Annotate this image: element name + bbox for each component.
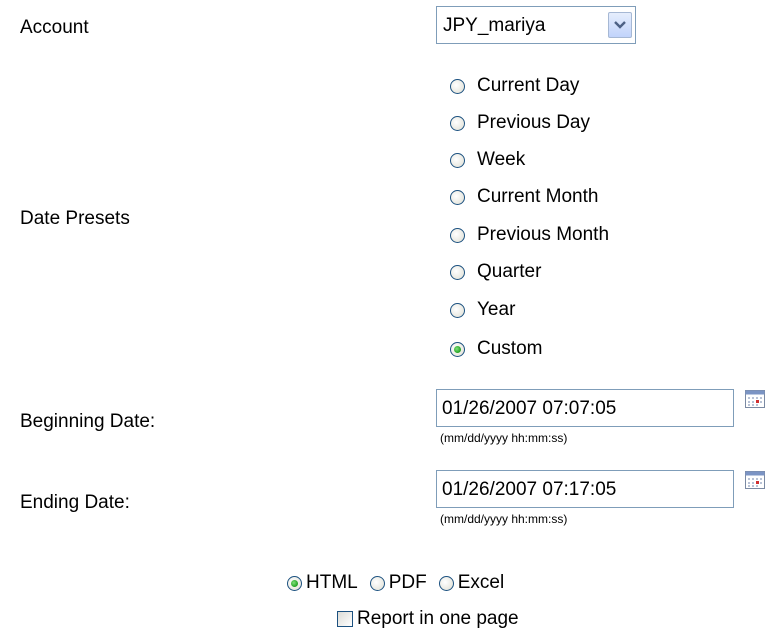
preset-label: Current Day (477, 75, 580, 96)
radio-year[interactable] (450, 302, 465, 318)
ending-date-hint: (mm/dd/yyyy hh:mm:ss) (440, 512, 568, 526)
radio-custom[interactable] (450, 341, 465, 357)
preset-label: Custom (477, 338, 543, 359)
preset-label: Previous Month (477, 224, 610, 245)
radio-week[interactable] (450, 152, 465, 168)
beginning-date-input[interactable]: 01/26/2007 07:07:05 (436, 389, 734, 427)
ending-date-label: Ending Date: (20, 492, 130, 513)
account-label: Account (20, 17, 89, 38)
radio-previous-day[interactable] (450, 115, 465, 131)
account-select[interactable]: JPY_mariya (436, 6, 636, 44)
one-page-label: Report in one page (357, 608, 519, 629)
calendar-icon[interactable] (745, 390, 765, 408)
radio-quarter[interactable] (450, 264, 465, 280)
beginning-date-label: Beginning Date: (20, 411, 156, 432)
format-label: HTML (306, 572, 358, 593)
format-html[interactable]: HTML (287, 572, 358, 594)
radio-html[interactable] (287, 575, 302, 591)
beginning-date-value: 01/26/2007 07:07:05 (442, 398, 617, 419)
ending-date-value: 01/26/2007 07:17:05 (442, 479, 617, 500)
ending-date-input[interactable]: 01/26/2007 07:17:05 (436, 470, 734, 508)
preset-week[interactable]: Week (450, 145, 525, 175)
one-page-checkbox[interactable] (337, 611, 353, 627)
preset-label: Previous Day (477, 112, 590, 133)
preset-label: Year (477, 299, 516, 320)
beginning-date-hint: (mm/dd/yyyy hh:mm:ss) (440, 431, 568, 445)
preset-label: Quarter (477, 261, 542, 282)
radio-current-month[interactable] (450, 189, 465, 205)
account-select-value: JPY_mariya (443, 15, 546, 36)
preset-label: Current Month (477, 186, 599, 207)
chevron-down-icon[interactable] (608, 12, 632, 38)
format-excel[interactable]: Excel (438, 572, 505, 594)
preset-current-day[interactable]: Current Day (450, 71, 579, 101)
radio-current-day[interactable] (450, 78, 465, 94)
format-radio-group: HTML PDF Excel (287, 568, 516, 598)
one-page-option[interactable]: Report in one page (337, 604, 519, 634)
date-presets-label: Date Presets (20, 208, 130, 229)
preset-year[interactable]: Year (450, 295, 515, 325)
radio-previous-month[interactable] (450, 227, 465, 243)
preset-previous-day[interactable]: Previous Day (450, 108, 590, 138)
format-label: Excel (457, 572, 505, 593)
preset-previous-month[interactable]: Previous Month (450, 220, 609, 250)
preset-label: Week (477, 149, 526, 170)
radio-excel[interactable] (438, 575, 454, 591)
preset-custom[interactable]: Custom (450, 334, 542, 364)
preset-quarter[interactable]: Quarter (450, 257, 541, 287)
preset-current-month[interactable]: Current Month (450, 182, 598, 212)
format-label: PDF (388, 572, 427, 593)
radio-pdf[interactable] (369, 575, 385, 591)
format-pdf[interactable]: PDF (369, 572, 427, 594)
calendar-icon[interactable] (745, 471, 765, 489)
